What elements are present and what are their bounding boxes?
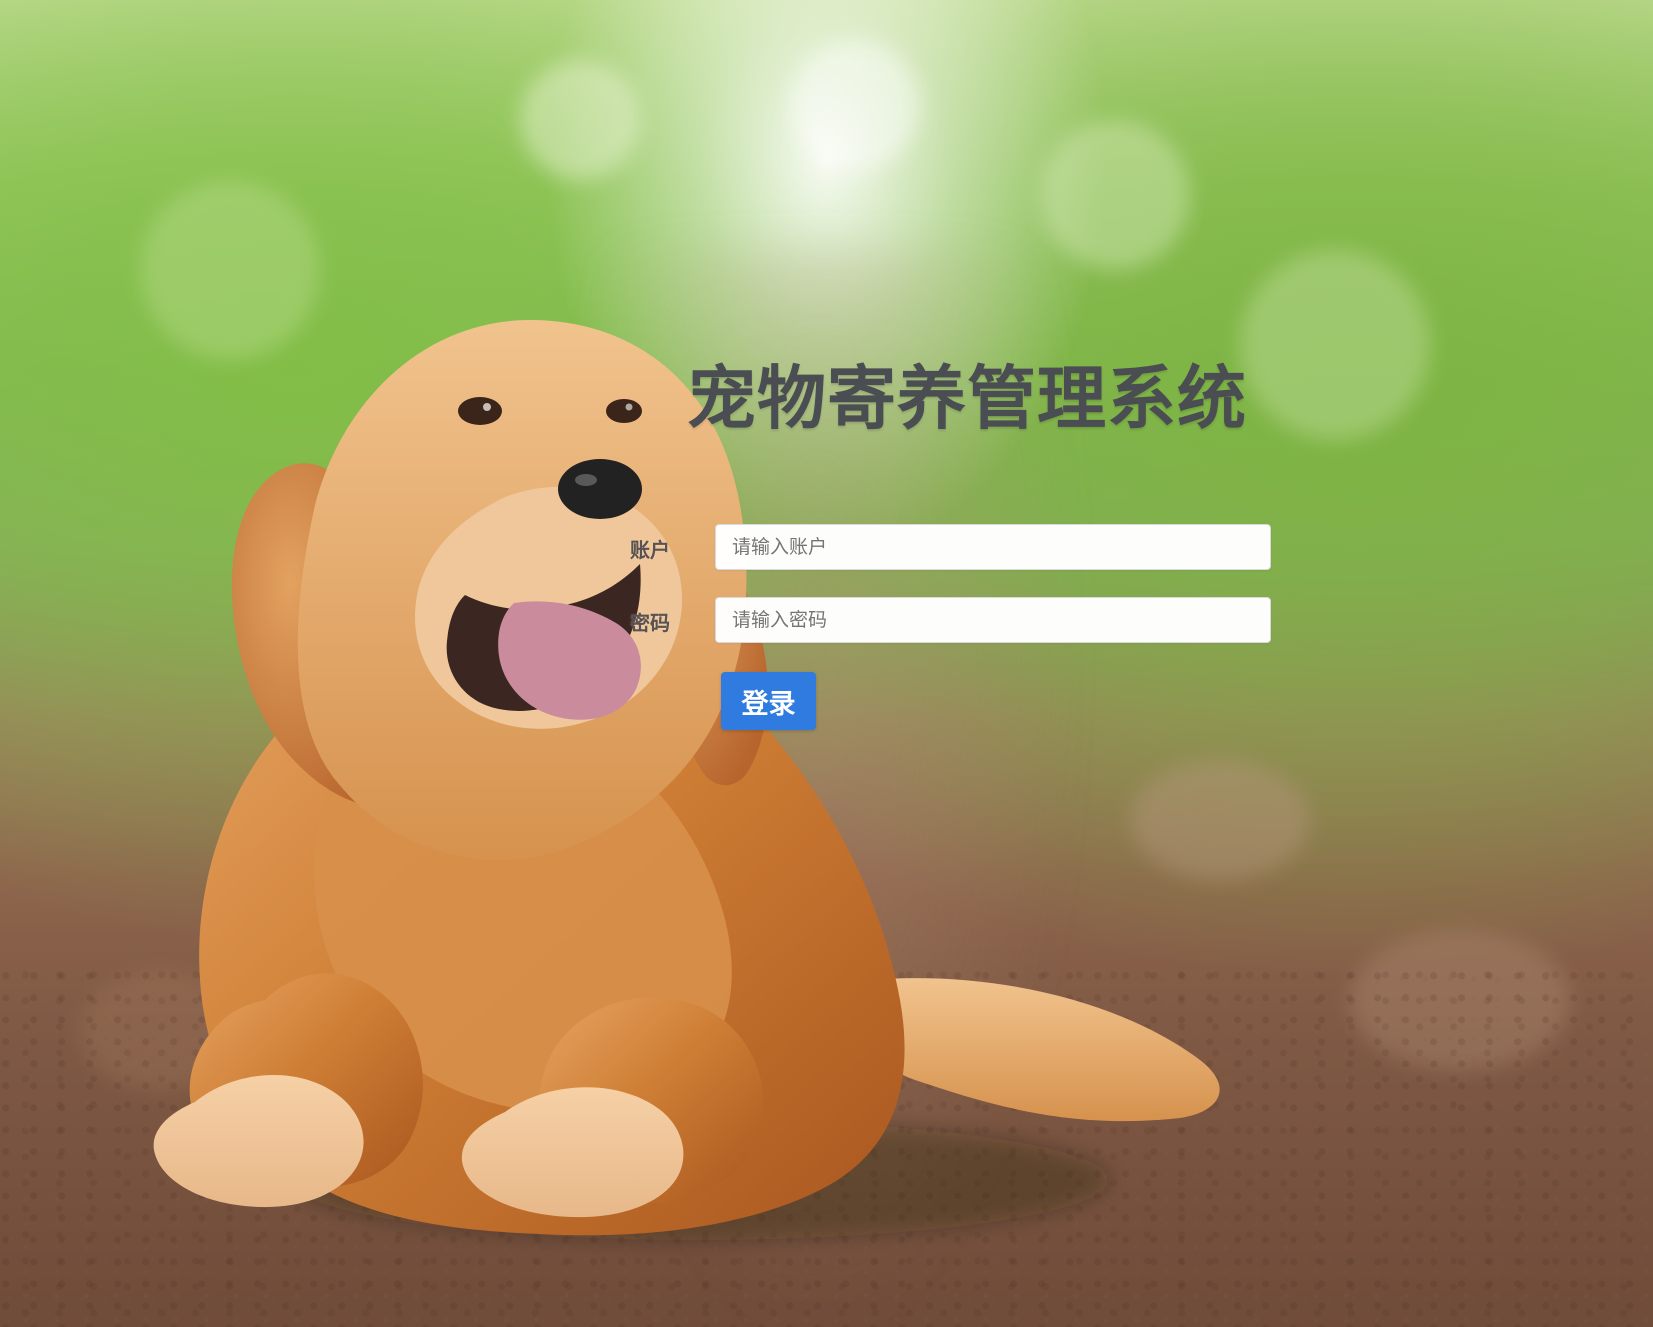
account-input[interactable] — [715, 524, 1271, 570]
login-button[interactable]: 登录 — [721, 672, 816, 730]
background-bokeh — [790, 40, 920, 170]
dog-nose — [558, 459, 642, 519]
dog-eye-highlight — [483, 403, 491, 411]
background-bokeh — [1040, 120, 1190, 270]
dog-tail — [862, 978, 1220, 1122]
dog-nose-highlight — [575, 474, 597, 486]
password-input[interactable] — [715, 597, 1271, 643]
login-page: 宠物寄养管理系统 账户 密码 登录 — [0, 0, 1653, 1327]
dog-left-eye — [458, 397, 502, 425]
page-title: 宠物寄养管理系统 — [687, 359, 1247, 439]
account-label: 账户 — [630, 538, 670, 562]
dog-left-paw — [153, 1075, 364, 1208]
login-panel: 宠物寄养管理系统 账户 密码 登录 — [630, 359, 1285, 730]
dog-eye-highlight — [625, 403, 633, 411]
password-field-row: 密码 — [630, 597, 1275, 643]
background-bokeh — [520, 60, 640, 180]
password-label: 密码 — [630, 611, 670, 635]
account-field-row: 账户 — [630, 524, 1275, 570]
